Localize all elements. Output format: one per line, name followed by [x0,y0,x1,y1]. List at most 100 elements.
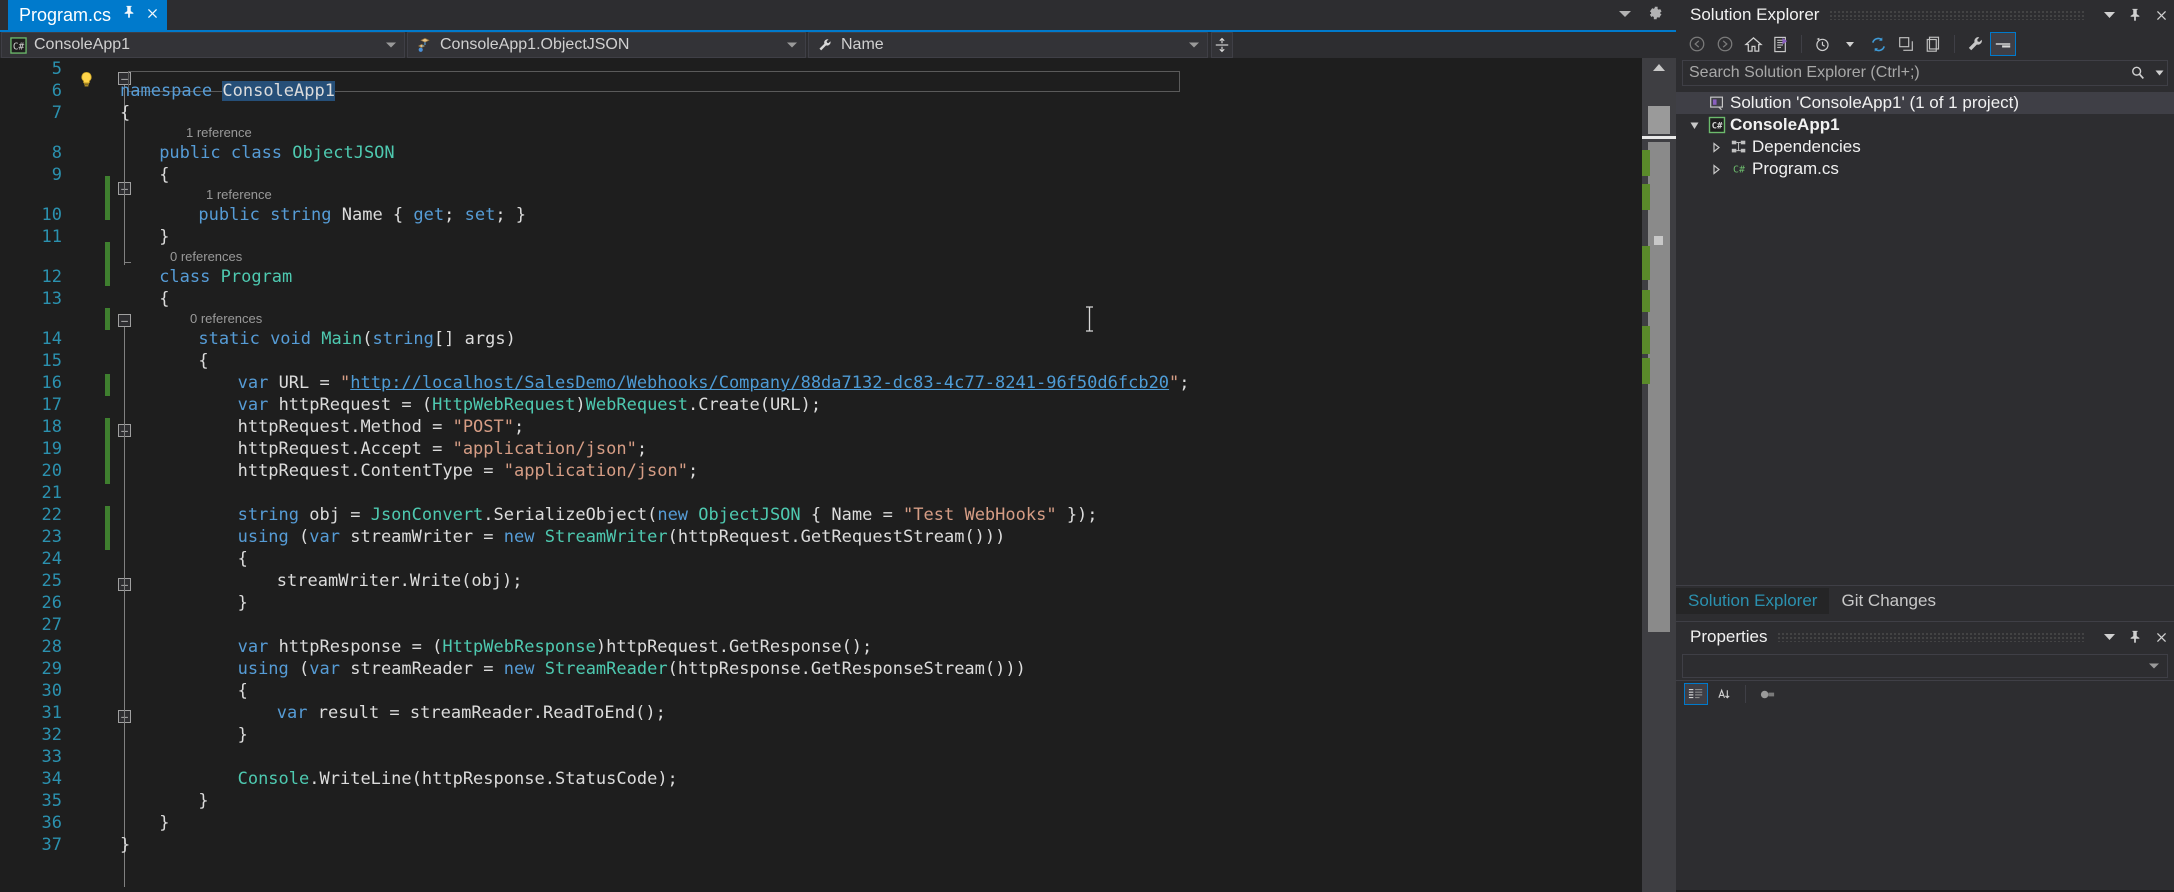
chevron-down-icon[interactable] [1837,32,1863,56]
tab-program-cs[interactable]: Program.cs [8,0,168,30]
code-lens-reference[interactable]: 0 references [0,310,1676,328]
code-line[interactable]: 27 [0,614,1676,636]
chevron-down-icon[interactable] [1618,6,1632,24]
drag-handle[interactable] [1829,10,2086,20]
code-line[interactable]: 5 [0,58,1676,80]
line-number: 22 [41,505,62,525]
editor-pane: Program.cs C# ConsoleApp1 ConsoleApp1.Ob… [0,0,1676,892]
code-line[interactable]: 20 httpRequest.ContentType = "application… [0,460,1676,482]
categorized-icon[interactable] [1684,683,1708,705]
code-lens-reference[interactable]: 0 references [0,248,1676,266]
home-icon[interactable] [1740,32,1766,56]
code-line[interactable]: 35} [0,790,1676,812]
tree-item[interactable]: C# Program.cs [1676,158,2174,180]
line-number: 21 [41,483,62,503]
tree-item-label: Solution 'ConsoleApp1' (1 of 1 project) [1730,93,2020,112]
code-lens-reference[interactable]: 1 reference [0,186,1676,204]
pin-icon[interactable] [122,0,136,30]
scroll-up-arrow[interactable] [1642,58,1676,76]
code-lens-reference[interactable]: 1 reference [0,124,1676,142]
change-marker [1642,290,1650,312]
properties-icon[interactable] [1755,683,1779,705]
scroll-position-box [1654,236,1663,245]
search-input[interactable] [1683,63,2125,83]
code-line[interactable]: 8 public class ObjectJSON [0,142,1676,164]
code-line[interactable]: 33 [0,746,1676,768]
properties-object-selector[interactable] [1682,654,2168,678]
close-icon[interactable] [146,0,159,30]
tree-item-label: ConsoleApp1 [1730,115,1840,134]
tree-item[interactable]: Solution 'ConsoleApp1' (1 of 1 project) [1676,92,2174,114]
tree-item[interactable]: C# ConsoleApp1 [1676,114,2174,136]
code-line[interactable]: 16 var URL = "http://localhost/SalesDemo/… [0,372,1676,394]
close-icon[interactable] [2148,624,2174,650]
preview-icon[interactable] [1990,32,2016,56]
wrench-icon[interactable] [1962,32,1988,56]
split-editor-icon[interactable] [1211,32,1233,58]
tree-item[interactable]: Dependencies [1676,136,2174,158]
code-lens-label: 0 references [170,249,243,264]
code-line[interactable]: 22 string obj = JsonConvert.SerializeObje… [0,504,1676,526]
code-line[interactable]: 29 using (var streamReader = new StreamRe… [0,658,1676,680]
chevron-down-icon[interactable] [2096,2,2122,28]
tab-git-changes[interactable]: Git Changes [1829,588,1948,614]
scrollbar-thumb-top[interactable] [1648,106,1670,134]
arrow-forward-icon[interactable] [1712,32,1738,56]
code-line[interactable]: 23 using (var streamWriter = new StreamWr… [0,526,1676,548]
pin-icon[interactable] [2122,2,2148,28]
code-line[interactable]: 12 class Program [0,266,1676,288]
solution-explorer-header: Solution Explorer [1676,0,2174,30]
project-dropdown[interactable]: C# ConsoleApp1 [1,32,405,58]
code-line[interactable]: 19 httpRequest.Accept = "application/json… [0,438,1676,460]
chevron-expanded-icon[interactable] [1684,120,1704,131]
solution-filter-icon[interactable] [1768,32,1794,56]
vertical-scrollbar[interactable] [1642,58,1676,892]
code-line[interactable]: 37} [0,834,1676,856]
code-line[interactable]: 24 { [0,548,1676,570]
search-solution-explorer[interactable] [1682,60,2168,86]
code-line[interactable]: 11} [0,226,1676,248]
gear-icon[interactable] [1646,4,1664,27]
code-line[interactable]: 13 { [0,288,1676,310]
code-line[interactable]: 14 static void Main(string[] args) [0,328,1676,350]
collapse-all-icon[interactable] [1893,32,1919,56]
code-line[interactable]: 15 { [0,350,1676,372]
chevron-collapsed-icon[interactable] [1706,163,1726,175]
code-line[interactable]: 17 var httpRequest = (HttpWebRequest)WebR… [0,394,1676,416]
code-line[interactable]: 32} [0,724,1676,746]
arrow-back-icon[interactable] [1684,32,1710,56]
line-number: 15 [41,351,62,371]
chevron-down-icon[interactable] [2096,624,2122,650]
property-wrench-icon [817,37,834,54]
code-line[interactable]: 30 { [0,680,1676,702]
alphabetical-icon[interactable] [1712,683,1736,705]
chevron-down-icon [386,42,396,48]
code-editor-surface[interactable]: – – – – – – 56namespace ConsoleApp17{1 r… [0,58,1676,892]
code-line[interactable]: 28 var httpResponse = (HttpWebResponse)ht… [0,636,1676,658]
scrollbar-thumb[interactable] [1648,142,1670,632]
chevron-down-icon[interactable] [2151,70,2167,76]
chevron-collapsed-icon[interactable] [1706,141,1726,153]
search-icon[interactable] [2125,65,2151,81]
code-line[interactable]: 7{ [0,102,1676,124]
code-line[interactable]: 18 httpRequest.Method = "POST"; [0,416,1676,438]
code-line[interactable]: 36} [0,812,1676,834]
code-line[interactable]: 10 public string Name { get; set; } [0,204,1676,226]
close-icon[interactable] [2148,2,2174,28]
type-dropdown[interactable]: ConsoleApp1.ObjectJSON [407,32,806,58]
code-line[interactable]: 9{ [0,164,1676,186]
code-line[interactable]: 31 var result = streamReader.ReadToEnd(); [0,702,1676,724]
code-line[interactable]: 6 namespace ConsoleApp1 [0,80,1676,102]
code-line[interactable]: 26} [0,592,1676,614]
refresh-icon[interactable] [1865,32,1891,56]
tab-solution-explorer[interactable]: Solution Explorer [1676,588,1830,614]
code-line[interactable]: 34 Console.WriteLine(httpResponse.StatusC… [0,768,1676,790]
pin-icon[interactable] [2122,624,2148,650]
member-dropdown[interactable]: Name [808,32,1208,58]
drag-handle[interactable] [1777,632,2086,642]
code-line[interactable]: 21 [0,482,1676,504]
chevron-down-icon [787,42,797,48]
clock-icon[interactable] [1809,32,1835,56]
show-all-files-icon[interactable] [1921,32,1947,56]
code-line[interactable]: 25 streamWriter.Write(obj); [0,570,1676,592]
